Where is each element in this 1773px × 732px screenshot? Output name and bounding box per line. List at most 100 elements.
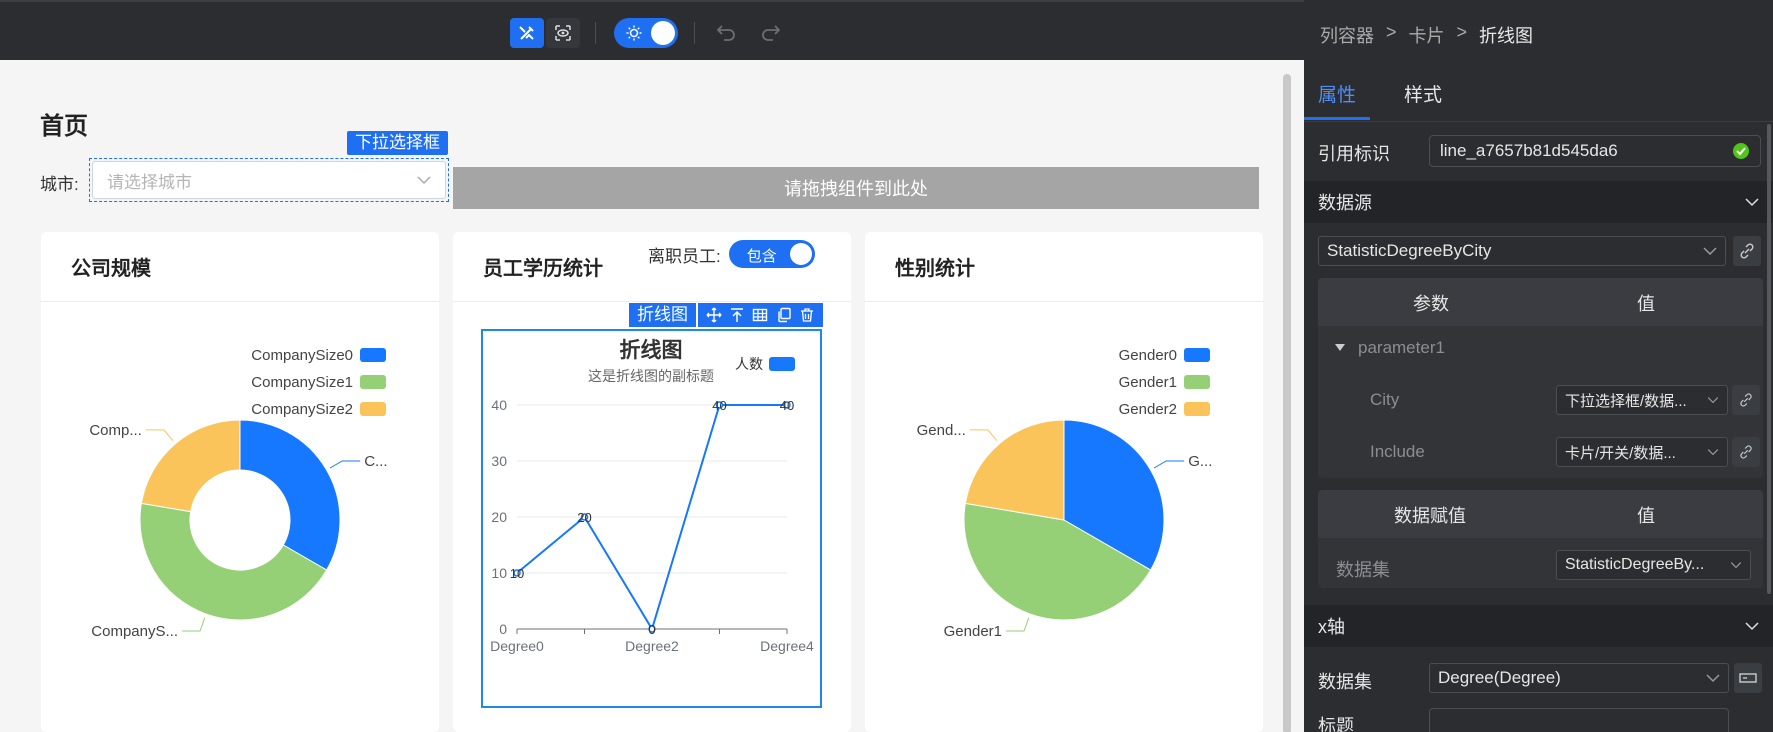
breadcrumb-item[interactable]: 列容器: [1320, 22, 1374, 48]
slice-label: CompanyS...: [91, 623, 178, 640]
to-top-icon[interactable]: [729, 307, 745, 323]
assign-header: 数据赋值: [1394, 506, 1466, 526]
label-leader-line: [329, 460, 361, 469]
chevron-down-icon: [1730, 562, 1742, 569]
xaxis-section-header[interactable]: x轴: [1304, 605, 1773, 647]
param-value: 卡片/开关/数据...: [1565, 444, 1676, 462]
legend-label: 人数: [735, 356, 763, 372]
ref-id-input[interactable]: line_a7657b81d545da6: [1429, 135, 1761, 167]
line-chart-frame[interactable]: 折线图 这是折线图的副标题 人数 0 10 20 30 40 Degree0 Degree2 Deg…: [481, 329, 822, 708]
label-leader-line: [1006, 617, 1030, 632]
param-name: City: [1370, 390, 1400, 409]
param-header: 参数: [1413, 294, 1449, 314]
breadcrumb-item[interactable]: 卡片: [1409, 22, 1445, 48]
copy-icon[interactable]: [776, 307, 792, 323]
assign-value-header: 值: [1637, 506, 1655, 526]
toolbar-separator: [694, 22, 695, 44]
legend-swatch: [1184, 402, 1210, 416]
xaxis-dataset-label: 数据集: [1318, 672, 1372, 692]
title-label: 标题: [1318, 716, 1354, 732]
tab-active-indicator: [1304, 117, 1370, 120]
datasource-link-button[interactable]: [1733, 236, 1761, 266]
table-icon[interactable]: [752, 307, 768, 323]
card-company-size[interactable]: 公司规模 CompanySize0 CompanySize1 CompanySize…: [41, 232, 439, 732]
design-mode-icon: [519, 26, 534, 40]
datasource-label: 数据源: [1318, 193, 1372, 213]
title-input[interactable]: [1429, 708, 1729, 732]
toolbar-separator: [595, 22, 596, 44]
data-label: 0: [648, 622, 655, 637]
undo-button[interactable]: [714, 21, 738, 48]
legend-label: CompanySize0: [251, 347, 353, 364]
preview-button[interactable]: [546, 18, 580, 48]
assign-table-header: [1318, 490, 1763, 538]
y-tick-label: 20: [491, 509, 507, 525]
datasource-section-header[interactable]: 数据源: [1304, 181, 1773, 223]
breadcrumb-separator: >: [1456, 22, 1468, 42]
redo-icon: [762, 25, 781, 41]
city-select[interactable]: 请选择城市: [92, 161, 446, 199]
chevron-down-icon: [417, 176, 431, 185]
sun-icon: [626, 25, 642, 41]
x-tick-label: Degree2: [625, 638, 679, 654]
chevron-down-icon: [1745, 198, 1759, 207]
x-tick-label: Degree4: [760, 638, 814, 654]
link-icon: [1740, 243, 1754, 259]
city-label: 城市:: [40, 175, 79, 194]
legend-swatch: [360, 375, 386, 389]
legend-label: CompanySize1: [251, 374, 353, 391]
caret-down-icon[interactable]: [1334, 343, 1346, 353]
pie-slice: [964, 419, 1065, 521]
assign-table: 数据赋值 值 数据集 StatisticDegreeBy...: [1318, 490, 1763, 588]
param-value-select[interactable]: 卡片/开关/数据...: [1556, 437, 1728, 467]
theme-toggle-knob: [651, 21, 675, 45]
ref-id-label: 引用标识: [1318, 144, 1390, 164]
dataset-value: StatisticDegreeBy...: [1565, 556, 1705, 573]
y-tick-label: 30: [491, 453, 507, 469]
dataset-row-label: 数据集: [1336, 560, 1390, 580]
move-icon[interactable]: [706, 307, 722, 323]
pie-slice: [239, 419, 341, 571]
dataset-select[interactable]: StatisticDegreeBy...: [1556, 550, 1751, 580]
value-header: 值: [1637, 294, 1655, 314]
redo-button[interactable]: [759, 21, 783, 48]
page-title: 首页: [40, 113, 88, 140]
slice-label: G...: [1188, 453, 1212, 470]
data-label: 40: [712, 398, 726, 413]
legend-swatch: [1184, 348, 1210, 362]
delete-icon[interactable]: [799, 307, 815, 323]
param-link-button[interactable]: [1732, 437, 1760, 467]
ref-id-value: line_a7657b81d545da6: [1440, 141, 1618, 160]
preview-eye-icon: [555, 25, 571, 41]
tab-properties[interactable]: 属性: [1318, 80, 1356, 107]
xaxis-dataset-button[interactable]: [1734, 663, 1762, 693]
legend-label: Gender0: [1119, 347, 1177, 364]
resign-switch[interactable]: 包含: [728, 240, 815, 268]
legend-swatch: [360, 348, 386, 362]
gender-pie-chart: Gender0 Gender1 Gender2 G... Gender1 Gend...: [917, 347, 1213, 640]
check-circle-icon: [1733, 143, 1749, 159]
xaxis-dataset-select[interactable]: Degree(Degree): [1429, 663, 1729, 693]
panel-tabs: 属性 样式: [1304, 60, 1773, 122]
canvas-scrollbar[interactable]: [1283, 74, 1291, 732]
drop-zone[interactable]: 请拖拽组件到此处: [453, 167, 1259, 209]
param-value-select[interactable]: 下拉选择框/数据...: [1556, 385, 1728, 415]
card-gender[interactable]: 性别统计 Gender0 Gender1 Gender2 G... Gender1 Gen…: [865, 232, 1263, 732]
data-label: 10: [510, 566, 524, 581]
param-link-button[interactable]: [1732, 385, 1760, 415]
y-tick-label: 10: [491, 565, 507, 581]
chevron-down-icon: [1707, 397, 1719, 404]
chart-title: 折线图: [620, 338, 683, 362]
panel-scrollbar[interactable]: [1767, 124, 1771, 594]
param-group-name: parameter1: [1358, 338, 1445, 357]
theme-toggle[interactable]: [614, 18, 678, 48]
tab-style[interactable]: 样式: [1404, 80, 1442, 107]
xaxis-dataset-value: Degree(Degree): [1438, 668, 1561, 687]
chevron-down-icon: [1745, 622, 1759, 631]
link-icon: [1740, 393, 1752, 407]
datasource-select[interactable]: StatisticDegreeByCity: [1318, 236, 1726, 266]
params-table: 参数 值 parameter1 City 下拉选择框/数据... Include…: [1318, 278, 1763, 478]
link-icon: [1740, 445, 1752, 459]
slice-label: C...: [364, 453, 387, 470]
design-mode-button[interactable]: [510, 18, 544, 48]
